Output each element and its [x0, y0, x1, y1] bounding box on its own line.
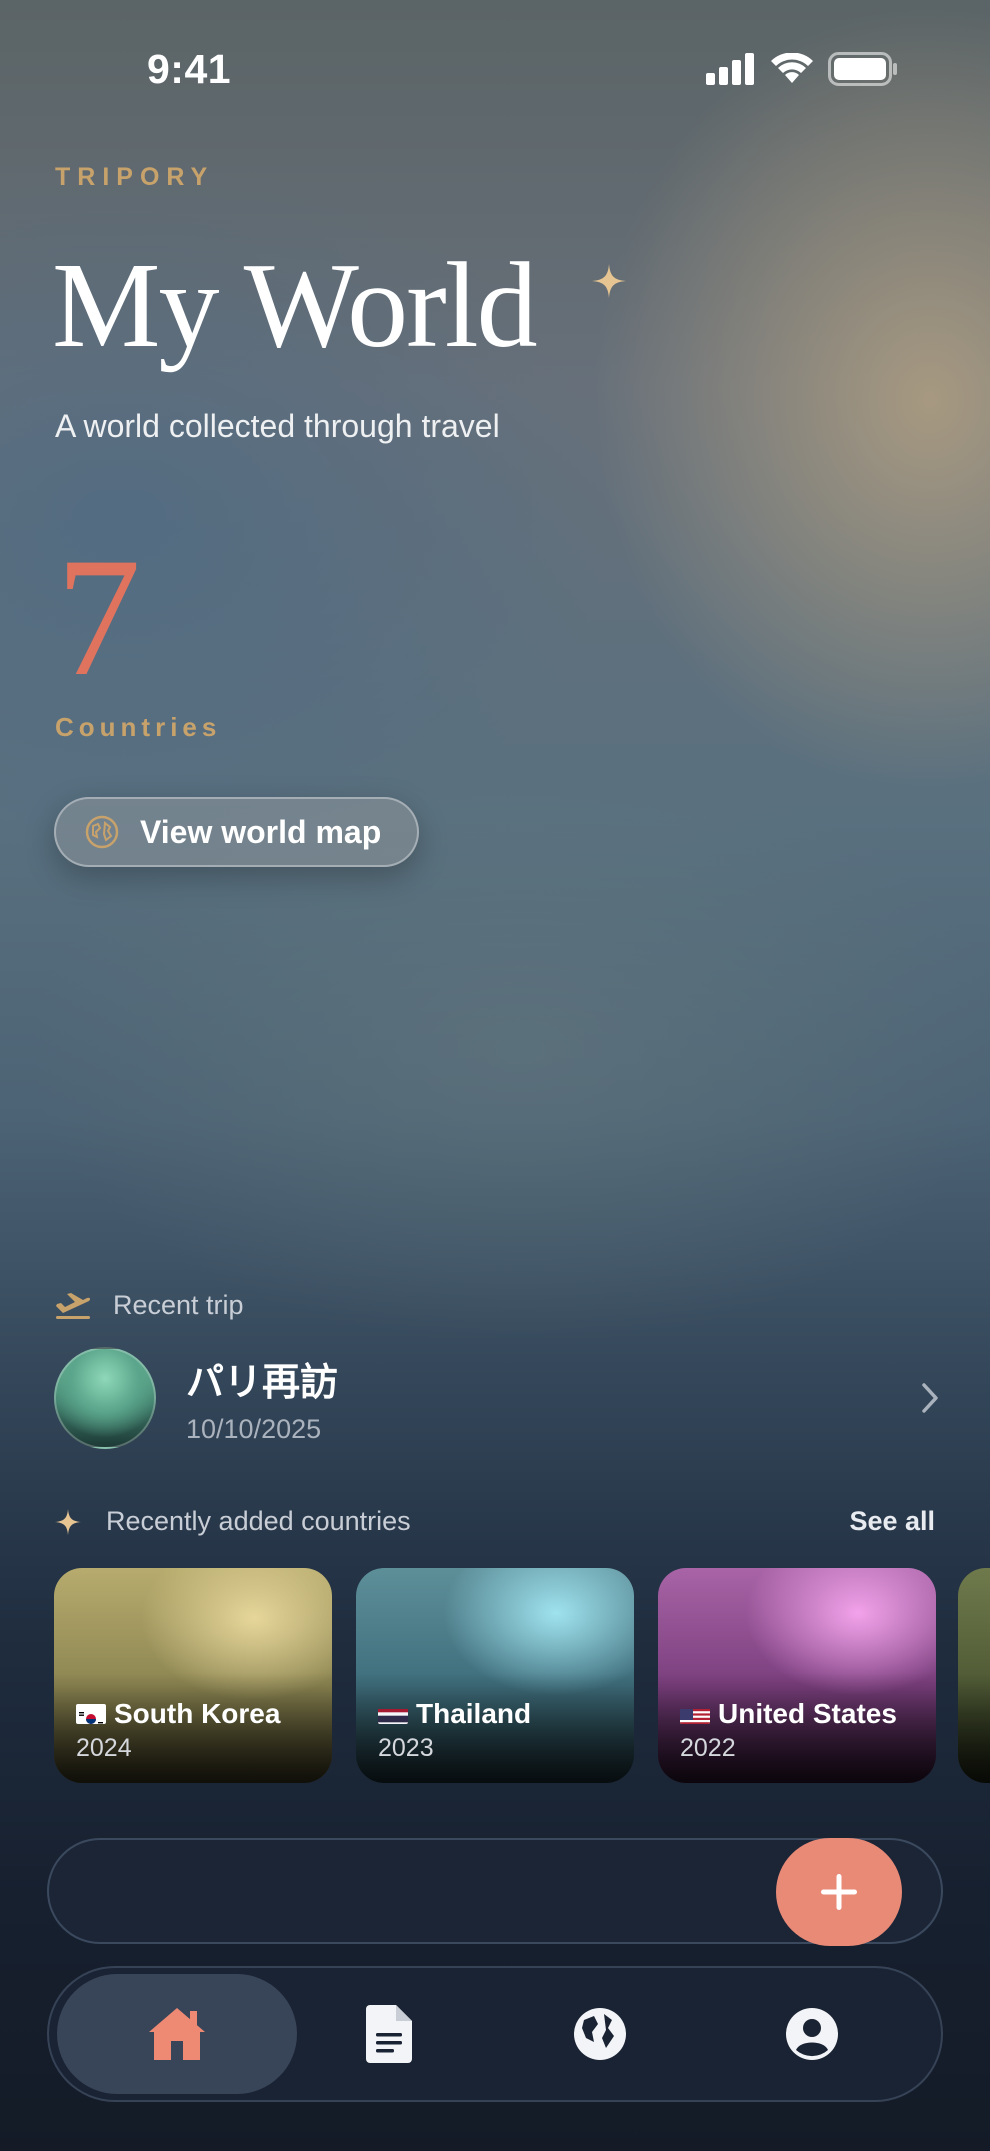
tab-world[interactable]: [564, 1998, 636, 2070]
chevron-right-icon: [922, 1383, 938, 1413]
plus-icon: [821, 1874, 857, 1910]
see-all-link[interactable]: See all: [849, 1506, 935, 1537]
countries-label: Countries: [55, 712, 222, 742]
united-states-flag: [680, 1704, 710, 1724]
battery-icon: [828, 52, 897, 86]
country-card-south-korea[interactable]: South Korea 2024: [54, 1568, 332, 1783]
view-world-map-button[interactable]: View world map: [54, 797, 419, 867]
countries-count: 7: [56, 523, 141, 711]
country-name: Thailand: [416, 1698, 532, 1729]
globe-icon: [574, 2008, 626, 2060]
country-year: 2022: [680, 1734, 736, 1762]
country-name: United States: [718, 1698, 897, 1729]
sparkle-small-icon: [55, 1508, 81, 1535]
recent-trip-label: Recent trip: [113, 1290, 244, 1320]
globe-outline-icon: [85, 815, 119, 849]
tab-home[interactable]: [141, 1998, 213, 2070]
page-title: My World: [52, 238, 538, 373]
recent-trip-row[interactable]: パリ再訪 10/10/2025: [54, 1345, 940, 1451]
recently-added-header: Recently added countries: [55, 1506, 411, 1537]
country-card-thailand[interactable]: Thailand 2023: [356, 1568, 634, 1783]
sparkle-icon: [592, 264, 626, 298]
south-korea-flag: [76, 1704, 106, 1724]
add-trip-button[interactable]: [776, 1838, 902, 1946]
home-icon: [149, 2008, 205, 2060]
recent-trip-header: Recent trip: [55, 1290, 244, 1321]
document-icon: [366, 2005, 412, 2063]
wifi-icon: [771, 53, 813, 83]
profile-icon: [786, 2008, 838, 2060]
country-card-partial[interactable]: [958, 1568, 990, 1783]
trip-name: パリ再訪: [186, 1362, 339, 1404]
country-card-united-states[interactable]: United States 2022: [658, 1568, 936, 1783]
brand-label: TRIPORY: [55, 163, 215, 191]
tab-profile[interactable]: [776, 1998, 848, 2070]
tab-documents[interactable]: [353, 1998, 425, 2070]
page-subtitle: A world collected through travel: [55, 408, 500, 444]
country-name: South Korea: [114, 1698, 281, 1729]
trip-thumbnail: [54, 1347, 156, 1449]
recently-added-label: Recently added countries: [106, 1506, 411, 1536]
status-time: 9:41: [147, 46, 232, 92]
airplane-departure-icon: [56, 1292, 91, 1319]
trip-date: 10/10/2025: [186, 1414, 322, 1444]
status-icons: [706, 52, 898, 86]
country-year: 2023: [378, 1734, 434, 1762]
signal-icon: [706, 53, 754, 85]
view-world-map-label: View world map: [140, 813, 382, 850]
country-year: 2024: [76, 1734, 132, 1762]
thailand-flag: [378, 1704, 408, 1724]
